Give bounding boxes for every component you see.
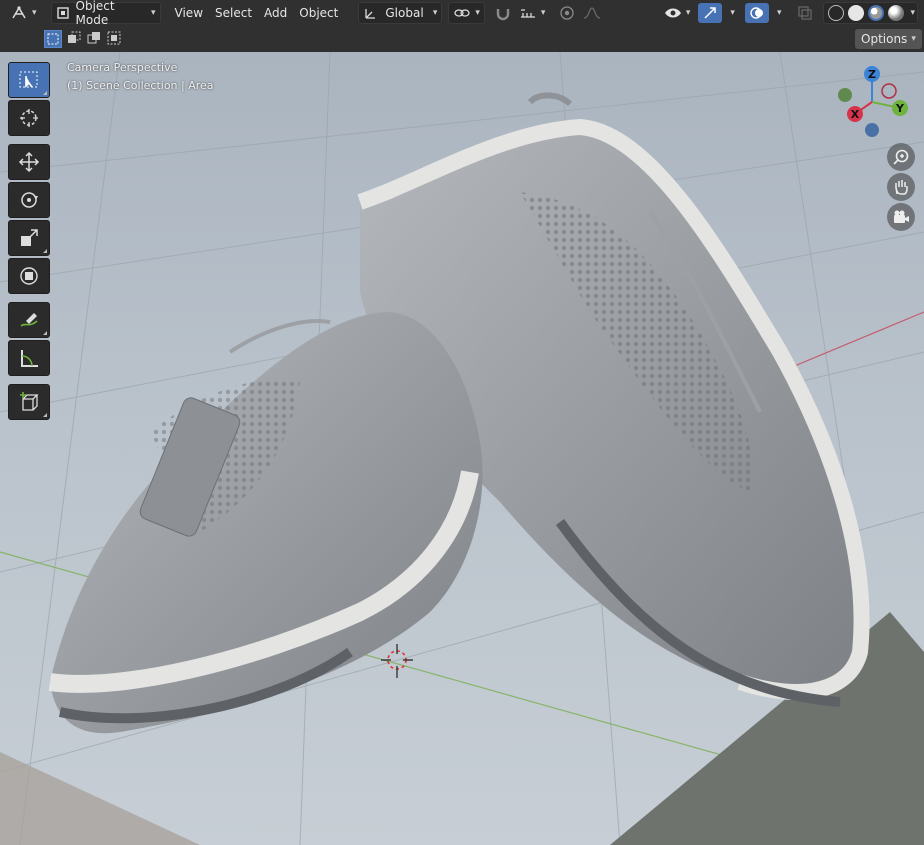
gizmo-toggle[interactable] [698,3,723,23]
pivot-point-dropdown[interactable]: ▾ [448,2,485,24]
add-cube-icon [20,392,39,411]
camera-view-button[interactable] [887,203,915,231]
rendered-shading-icon[interactable] [888,5,905,21]
move-icon [18,151,40,173]
left-toolbar [8,62,50,422]
gizmo-x-label: X [851,108,860,121]
gizmo-dropdown[interactable]: ▾ [722,3,739,23]
move-tool[interactable] [8,144,50,180]
magnet-icon [496,9,510,21]
select-mode-subtract-button[interactable] [86,30,102,46]
cursor-tool[interactable] [8,100,50,136]
chevron-down-icon: ▾ [776,8,782,18]
snap-increment-icon [520,9,535,18]
menu-add[interactable]: Add [258,3,293,23]
select-mode-new-button[interactable] [44,30,62,48]
tool-settings-bar [0,26,924,52]
scene-render [0,52,924,845]
proportional-edit-icon [560,6,575,20]
select-box-icon [19,71,38,88]
orientation-label: Global [385,6,424,20]
shading-mode-group: ▾ [823,2,918,24]
viewport-header: ▾ Object Mode ▾ View Select Add Object G… [0,0,924,27]
rotate-tool[interactable] [8,182,50,218]
annotate-tool[interactable] [8,302,50,338]
zoom-icon [893,149,909,165]
grid-axes-icon [12,6,26,19]
transform-icon [20,267,38,285]
3d-viewport[interactable]: Camera Perspective (1) Scene Collection … [0,52,924,845]
wireframe-shading-icon[interactable] [828,5,845,21]
rotate-icon [21,192,38,208]
snap-toggle[interactable] [491,3,515,23]
eye-icon [664,8,681,18]
chevron-down-icon: ▾ [911,34,916,44]
overlay-icon [750,7,763,19]
mode-label: Object Mode [75,0,115,27]
xray-toggle[interactable] [793,3,817,23]
menu-object[interactable]: Object [293,3,344,23]
zoom-button[interactable] [887,143,915,171]
measure-icon [21,350,38,367]
chevron-down-icon: ▾ [32,8,37,18]
select-box-tool[interactable] [8,62,50,98]
gizmo-icon [704,7,717,19]
editor-type-button[interactable]: ▾ [6,3,41,23]
transform-tool[interactable] [8,258,50,294]
camera-icon [894,210,909,223]
snap-target-dropdown[interactable]: ▾ [515,3,550,23]
select-new-icon [47,33,59,45]
chevron-down-icon: ▾ [432,8,438,18]
xray-icon [798,6,813,20]
chevron-down-icon: ▾ [730,8,735,18]
gizmo-z-label: Z [868,68,876,81]
camera-label: Camera Perspective [67,61,178,74]
menu-view[interactable]: View [169,3,209,23]
transform-orientation-dropdown[interactable]: Global ▾ [358,2,443,24]
menu-select[interactable]: Select [209,3,258,23]
annotate-icon [20,313,38,327]
select-subtract-icon [87,32,100,44]
add-cube-tool[interactable] [8,384,50,420]
options-label: Options [861,32,908,46]
navigation-gizmo[interactable]: Z Y X [835,64,924,144]
select-extend-icon [68,31,81,43]
material-preview-shading-icon[interactable] [868,5,885,21]
chevron-down-icon: ▾ [475,8,480,18]
orientation-axes-icon [365,9,376,19]
chevron-down-icon: ▾ [685,8,691,18]
mode-dropdown[interactable]: Object Mode ▾ [50,0,161,27]
solid-shading-icon[interactable] [848,5,865,21]
falloff-curve-icon [584,7,601,19]
overlay-toggle[interactable] [744,3,769,23]
falloff-dropdown[interactable] [579,3,605,23]
object-mode-icon [56,7,69,19]
gizmo-y-label: Y [895,102,905,115]
scale-tool[interactable] [8,220,50,256]
select-invert-icon [107,31,121,45]
select-mode-extend-button[interactable] [66,30,82,46]
scale-icon [21,229,38,246]
options-dropdown[interactable]: Options ▾ [855,29,922,49]
chevron-down-icon: ▾ [151,8,156,18]
proportional-edit-toggle[interactable] [555,3,579,23]
overlay-dropdown[interactable]: ▾ [769,3,786,23]
cursor-icon [20,109,38,127]
select-mode-invert-button[interactable] [106,30,122,46]
link-icon [454,9,471,17]
measure-tool[interactable] [8,340,50,376]
chevron-down-icon: ▾ [540,8,546,18]
hand-icon [895,180,908,195]
floor-patch [0,752,200,845]
visibility-dropdown[interactable]: ▾ [660,3,695,23]
collection-label: (1) Scene Collection | Area [67,79,214,92]
pan-button[interactable] [887,173,915,201]
chevron-down-icon[interactable]: ▾ [910,8,915,18]
